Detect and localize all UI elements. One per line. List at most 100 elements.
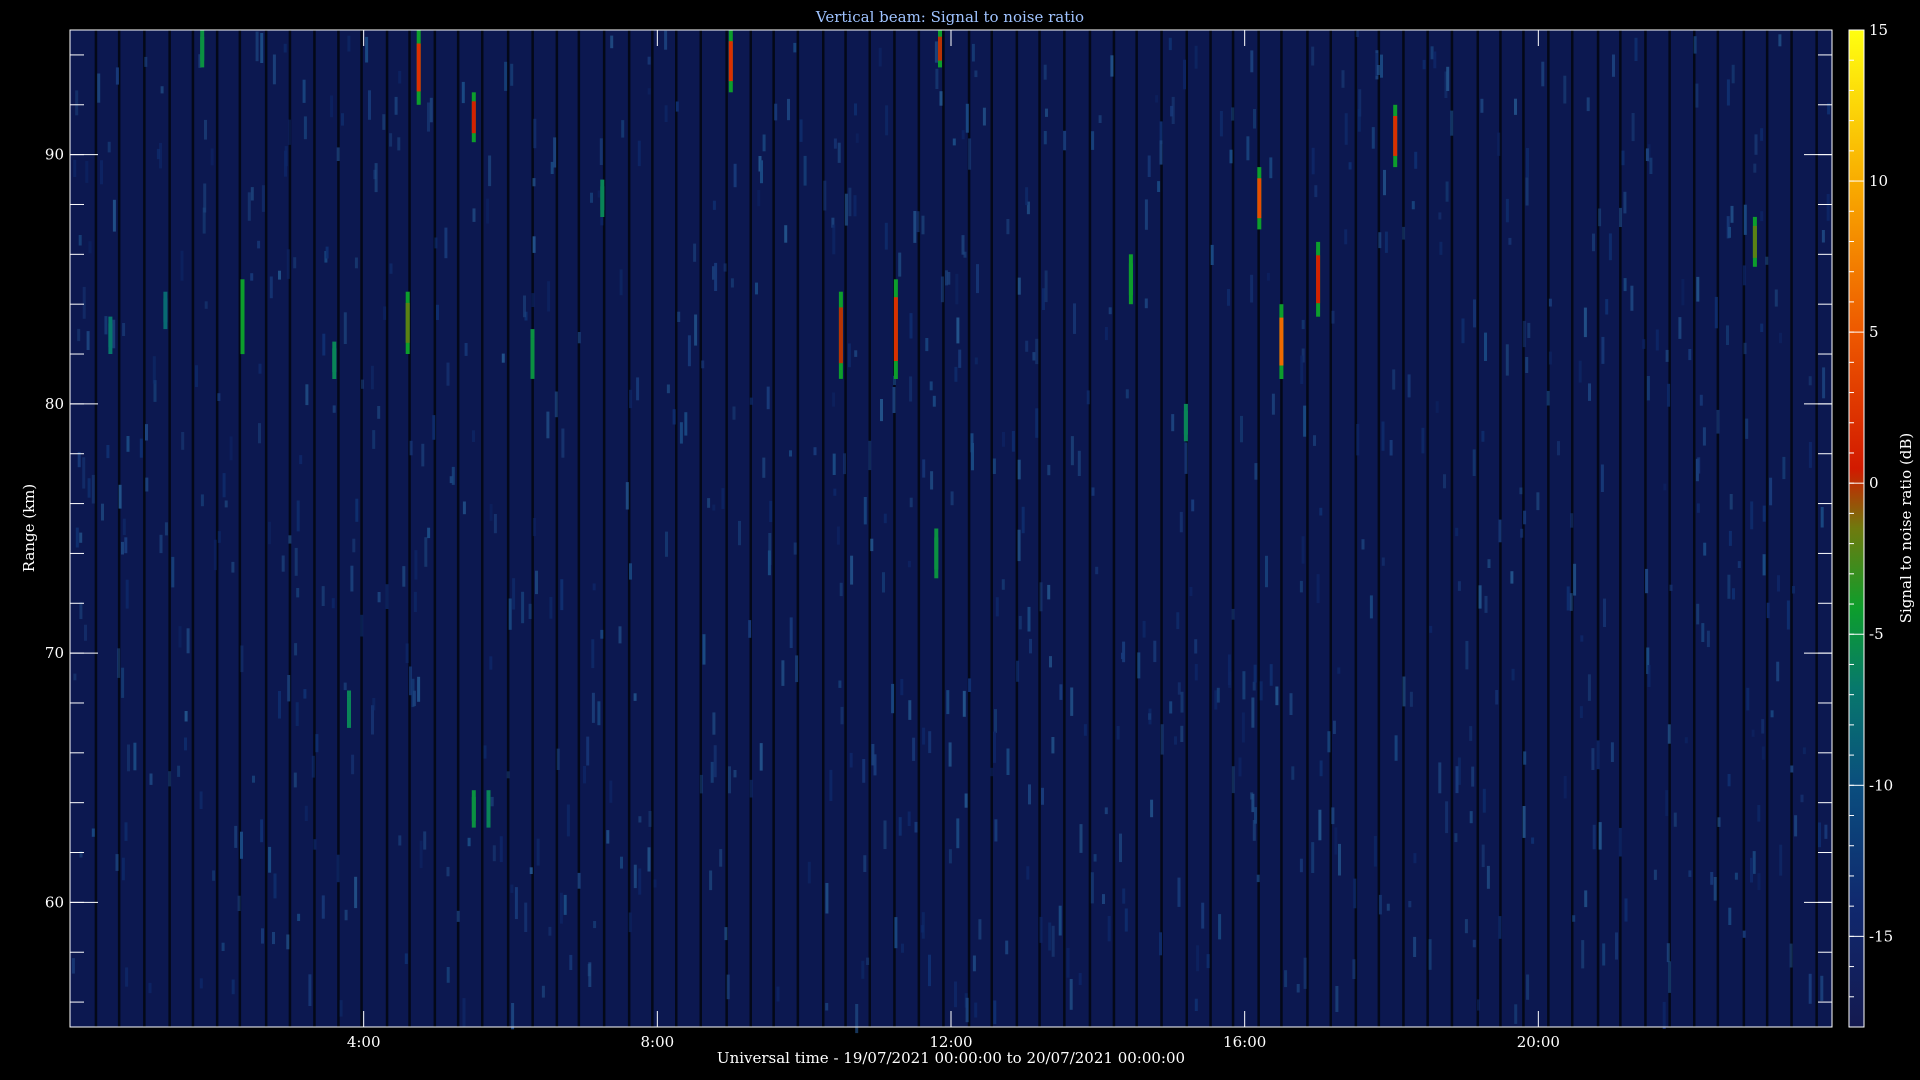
y-tick-label: 80 xyxy=(45,395,64,413)
noise-speckle xyxy=(947,272,951,285)
noise-speckle xyxy=(1471,766,1475,787)
noise-speckle xyxy=(1039,582,1043,612)
noise-speckle xyxy=(1218,914,1222,940)
noise-speckle xyxy=(714,262,718,291)
time-gap-stripe xyxy=(264,30,268,1027)
noise-speckle xyxy=(1191,499,1195,512)
noise-speckle xyxy=(1484,595,1488,613)
noise-speckle xyxy=(303,116,307,140)
noise-speckle xyxy=(833,488,837,496)
noise-speckle xyxy=(184,711,188,722)
noise-speckle xyxy=(1802,747,1806,755)
noise-speckle xyxy=(1808,442,1812,468)
noise-speckle xyxy=(252,775,255,783)
noise-speckle xyxy=(1392,369,1396,390)
noise-speckle xyxy=(976,264,979,294)
x-tick-label: 16:00 xyxy=(1223,1033,1266,1051)
snr-event xyxy=(893,279,898,379)
noise-speckle xyxy=(1353,878,1357,909)
noise-speckle xyxy=(962,690,966,717)
noise-speckle xyxy=(1253,664,1257,683)
noise-speckle xyxy=(1472,449,1476,476)
noise-speckle xyxy=(394,96,398,115)
noise-speckle xyxy=(1563,75,1567,104)
time-gap-stripe xyxy=(822,30,825,1027)
noise-speckle xyxy=(350,565,354,592)
noise-speckle xyxy=(492,845,496,862)
noise-speckle xyxy=(405,643,409,663)
noise-speckle xyxy=(1318,809,1322,841)
noise-speckle xyxy=(1422,59,1426,70)
noise-speckle xyxy=(1183,59,1186,90)
time-gap-stripe xyxy=(1354,30,1358,1027)
noise-speckle xyxy=(1519,487,1523,495)
noise-speckle xyxy=(1246,136,1250,161)
noise-speckle xyxy=(760,160,763,184)
snr-event xyxy=(728,30,733,93)
noise-speckle xyxy=(1541,61,1545,87)
noise-speckle xyxy=(1461,318,1465,344)
noise-speckle xyxy=(1196,945,1200,972)
noise-speckle xyxy=(721,488,725,509)
noise-speckle xyxy=(1241,712,1245,743)
noise-speckle xyxy=(1337,667,1341,674)
noise-speckle xyxy=(1107,916,1111,942)
noise-speckle xyxy=(1610,742,1614,762)
noise-speckle xyxy=(483,745,487,759)
noise-speckle xyxy=(250,187,254,201)
noise-speckle xyxy=(1311,842,1315,873)
snr-event xyxy=(600,179,605,217)
noise-speckle xyxy=(823,180,827,211)
noise-speckle xyxy=(1144,199,1148,230)
noise-speckle xyxy=(795,655,799,683)
noise-speckle xyxy=(1734,872,1738,880)
noise-speckle xyxy=(621,120,625,138)
noise-speckle xyxy=(261,928,264,944)
noise-speckle xyxy=(1714,296,1718,329)
noise-speckle xyxy=(1201,902,1205,929)
noise-speckle xyxy=(1473,299,1476,328)
snr-event xyxy=(405,291,410,354)
time-gap-stripe xyxy=(1063,30,1066,1027)
noise-speckle xyxy=(1119,833,1122,863)
noise-speckle xyxy=(803,155,807,186)
time-gap-stripe xyxy=(1815,30,1818,1027)
noise-speckle xyxy=(1098,115,1102,123)
noise-speckle xyxy=(837,142,841,163)
noise-speckle xyxy=(1678,317,1682,339)
noise-speckle xyxy=(124,537,128,554)
noise-speckle xyxy=(1557,441,1560,456)
noise-speckle xyxy=(352,538,356,553)
noise-speckle xyxy=(1335,986,1339,1012)
noise-speckle xyxy=(597,701,601,726)
noise-speckle xyxy=(1588,383,1591,401)
noise-speckle xyxy=(638,816,642,823)
noise-speckle xyxy=(1752,851,1756,874)
noise-speckle xyxy=(178,626,182,648)
noise-speckle xyxy=(1757,873,1761,891)
noise-speckle xyxy=(1319,760,1323,777)
noise-speckle xyxy=(181,432,185,450)
noise-speckle xyxy=(799,119,803,142)
noise-speckle xyxy=(296,500,300,532)
noise-speckle xyxy=(1316,574,1320,604)
noise-speckle xyxy=(934,41,938,63)
noise-speckle xyxy=(1231,107,1235,121)
noise-speckle xyxy=(1794,815,1798,837)
noise-speckle xyxy=(1605,299,1609,315)
noise-speckle xyxy=(1125,389,1129,399)
noise-speckle xyxy=(1029,638,1032,654)
noise-speckle xyxy=(101,503,104,521)
noise-speckle xyxy=(1356,424,1360,456)
noise-speckle xyxy=(1591,748,1595,770)
snr-event xyxy=(471,92,476,143)
noise-speckle xyxy=(294,547,298,576)
noise-speckle xyxy=(115,854,119,871)
noise-speckle xyxy=(1381,557,1385,566)
noise-speckle xyxy=(1184,442,1188,474)
noise-speckle xyxy=(600,629,604,639)
noise-speckle xyxy=(436,304,439,320)
noise-speckle xyxy=(1525,177,1529,206)
noise-speckle xyxy=(1623,191,1627,214)
noise-speckle xyxy=(1646,376,1650,401)
